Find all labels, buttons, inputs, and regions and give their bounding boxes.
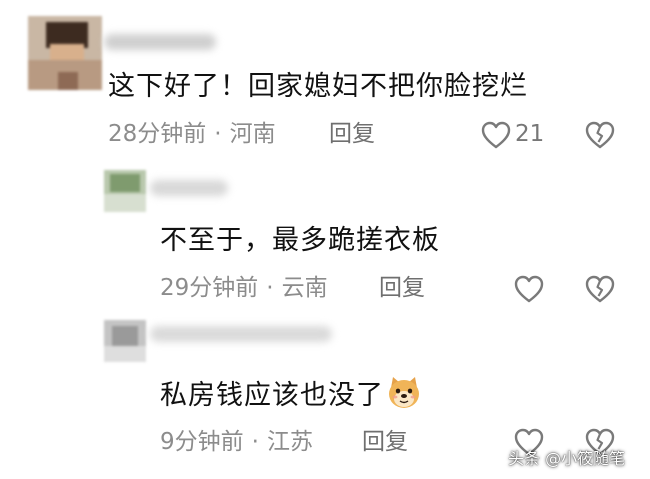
comment-text: 私房钱应该也没了 xyxy=(160,374,422,413)
username[interactable] xyxy=(150,326,332,342)
comment-time: 28分钟前 xyxy=(108,121,207,147)
avatar[interactable] xyxy=(28,16,102,90)
comment-text-content: 私房钱应该也没了 xyxy=(160,380,384,411)
reply-button[interactable]: 回复 xyxy=(329,119,375,149)
avatar[interactable] xyxy=(104,320,146,362)
like-count: 21 xyxy=(515,121,545,147)
watermark: 头条 @小筱随笔 xyxy=(508,449,626,468)
comment-location: 河南 xyxy=(229,121,276,147)
separator: · xyxy=(251,429,259,455)
reply-button[interactable]: 回复 xyxy=(379,273,425,303)
comment-text: 这下好了！回家媳妇不把你脸挖烂 xyxy=(108,71,528,102)
comment-time: 9分钟前 xyxy=(160,429,244,455)
comment-location: 江苏 xyxy=(266,429,313,455)
comment-meta: 29分钟前 · 云南 xyxy=(160,273,328,303)
separator: · xyxy=(266,275,274,301)
comment-time: 29分钟前 xyxy=(160,275,259,301)
doge-emoji xyxy=(386,374,422,410)
username[interactable] xyxy=(104,34,216,50)
separator: · xyxy=(214,121,222,147)
comment-meta: 28分钟前 · 河南 xyxy=(108,119,276,149)
heart-outline-icon[interactable] xyxy=(514,275,544,303)
avatar[interactable] xyxy=(104,170,146,212)
comment-location: 云南 xyxy=(281,275,328,301)
comment-meta: 9分钟前 · 江苏 xyxy=(160,427,313,457)
broken-heart-icon[interactable] xyxy=(585,121,615,149)
username[interactable] xyxy=(150,180,228,196)
comment-text: 不至于，最多跪搓衣板 xyxy=(160,225,440,256)
heart-outline-icon[interactable] xyxy=(481,121,511,149)
reply-button[interactable]: 回复 xyxy=(362,427,408,457)
broken-heart-icon[interactable] xyxy=(585,275,615,303)
